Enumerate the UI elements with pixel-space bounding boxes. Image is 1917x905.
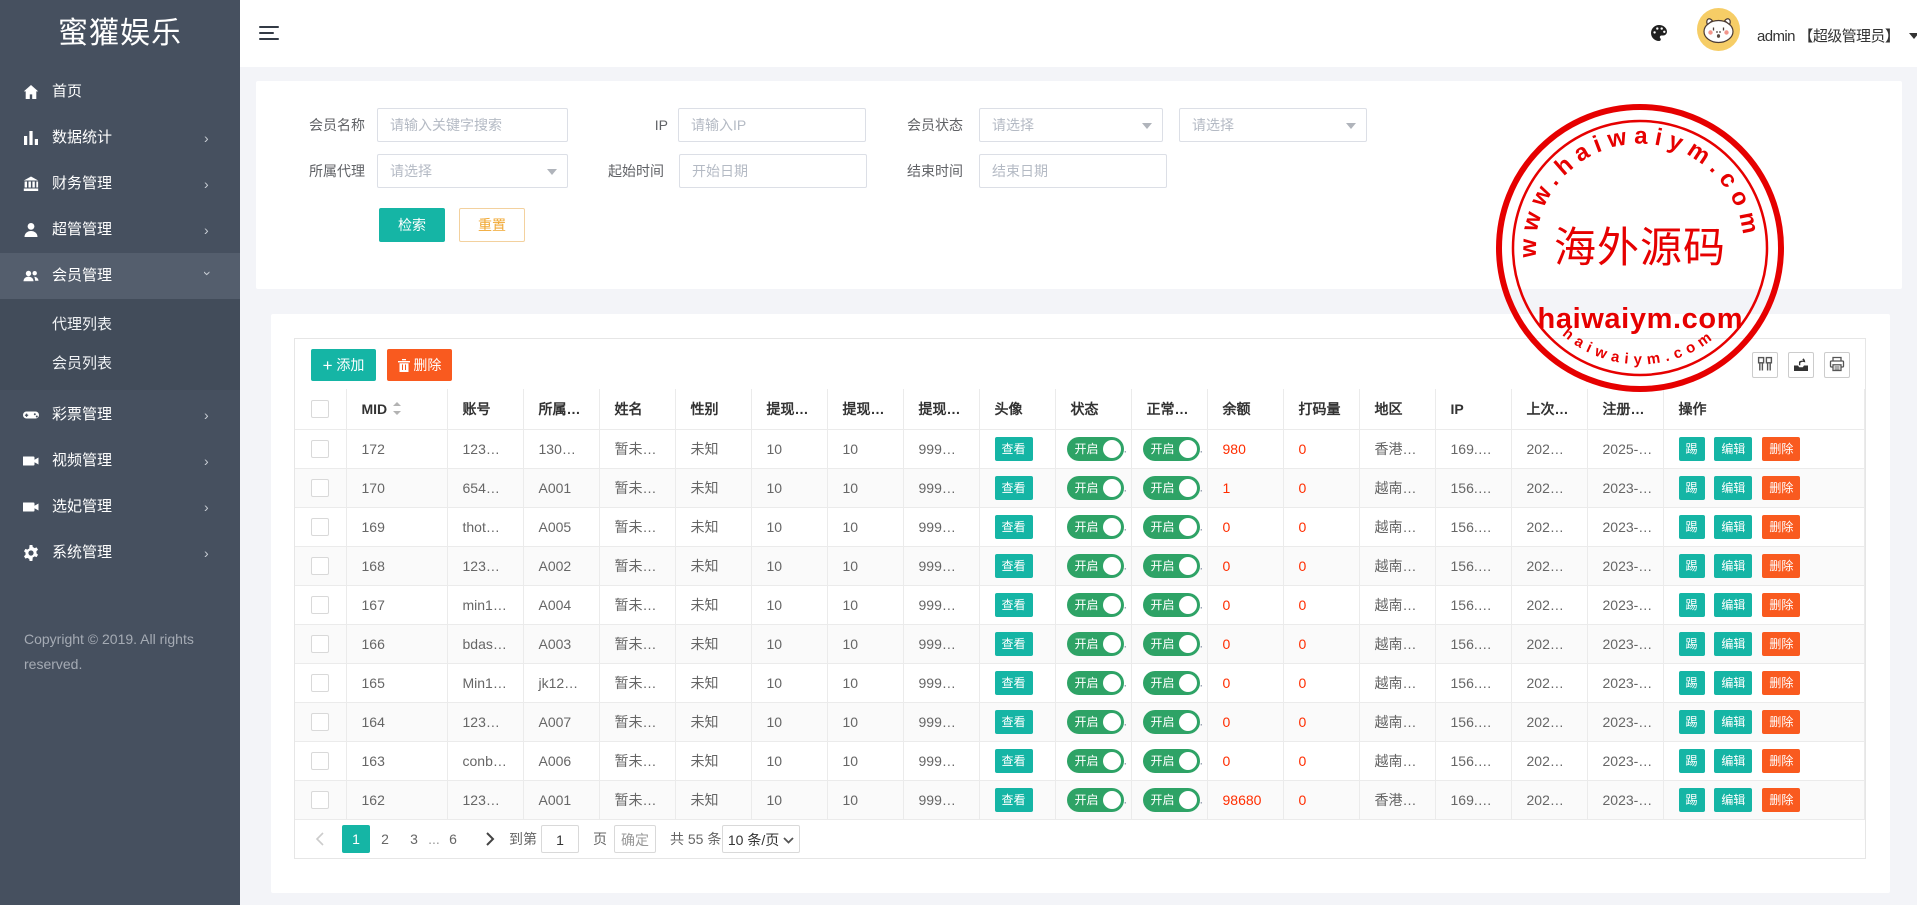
svg-text:海外源码: 海外源码 — [1554, 226, 1726, 272]
